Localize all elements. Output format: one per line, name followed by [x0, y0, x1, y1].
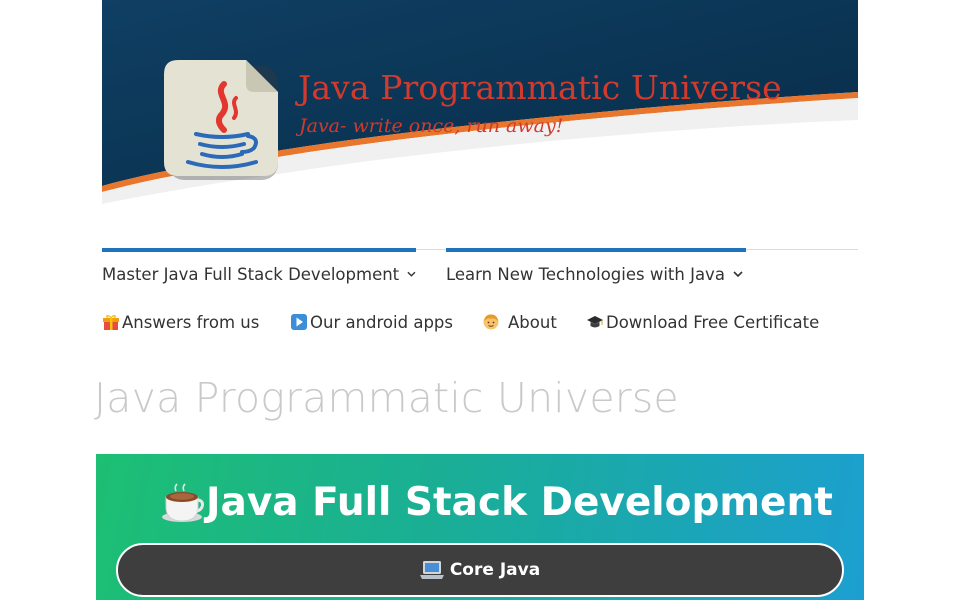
nav-item-label: Master Java Full Stack Development — [102, 264, 400, 284]
chevron-down-icon — [733, 271, 743, 278]
nav-item-label: Download Free Certificate — [606, 312, 820, 332]
nav-item-label: About — [508, 312, 557, 332]
core-java-button-label: Core Java — [449, 560, 541, 580]
gift-icon — [103, 315, 119, 330]
hero-section: Java Full Stack Development Core Java — [96, 454, 864, 600]
nav-item-about[interactable]: About — [482, 306, 557, 338]
java-logo-icon — [164, 60, 278, 180]
nav-item-answers[interactable]: Answers from us — [102, 306, 259, 338]
hero-title-text: Java Full Stack Development — [206, 480, 833, 525]
play-button-icon — [291, 314, 307, 330]
site-title[interactable]: Java Programmatic Universe — [298, 68, 782, 107]
nav-item-learn-technologies[interactable]: Learn New Technologies with Java — [446, 248, 746, 296]
nav-item-master-java[interactable]: Master Java Full Stack Development — [102, 248, 416, 296]
laptop-icon — [419, 561, 444, 579]
site-tagline: Java- write once, run away! — [299, 115, 564, 137]
coffee-cup-icon — [162, 482, 204, 522]
header-banner: Java Programmatic Universe Java- write o… — [102, 0, 858, 210]
hero-title: Java Full Stack Development — [160, 480, 833, 525]
core-java-button[interactable]: Core Java — [116, 543, 844, 597]
nav-item-label: Answers from us — [122, 312, 260, 332]
graduation-cap-icon — [587, 316, 603, 328]
nav-item-label: Learn New Technologies with Java — [446, 264, 725, 284]
nav-item-android-apps[interactable]: Our android apps — [290, 306, 453, 338]
page-title: Java Programmatic Universe — [94, 374, 679, 422]
person-icon — [483, 314, 499, 330]
chevron-down-icon — [407, 271, 416, 277]
nav-item-download-certificate[interactable]: Download Free Certificate — [586, 306, 819, 338]
nav-item-label: Our android apps — [310, 312, 453, 332]
